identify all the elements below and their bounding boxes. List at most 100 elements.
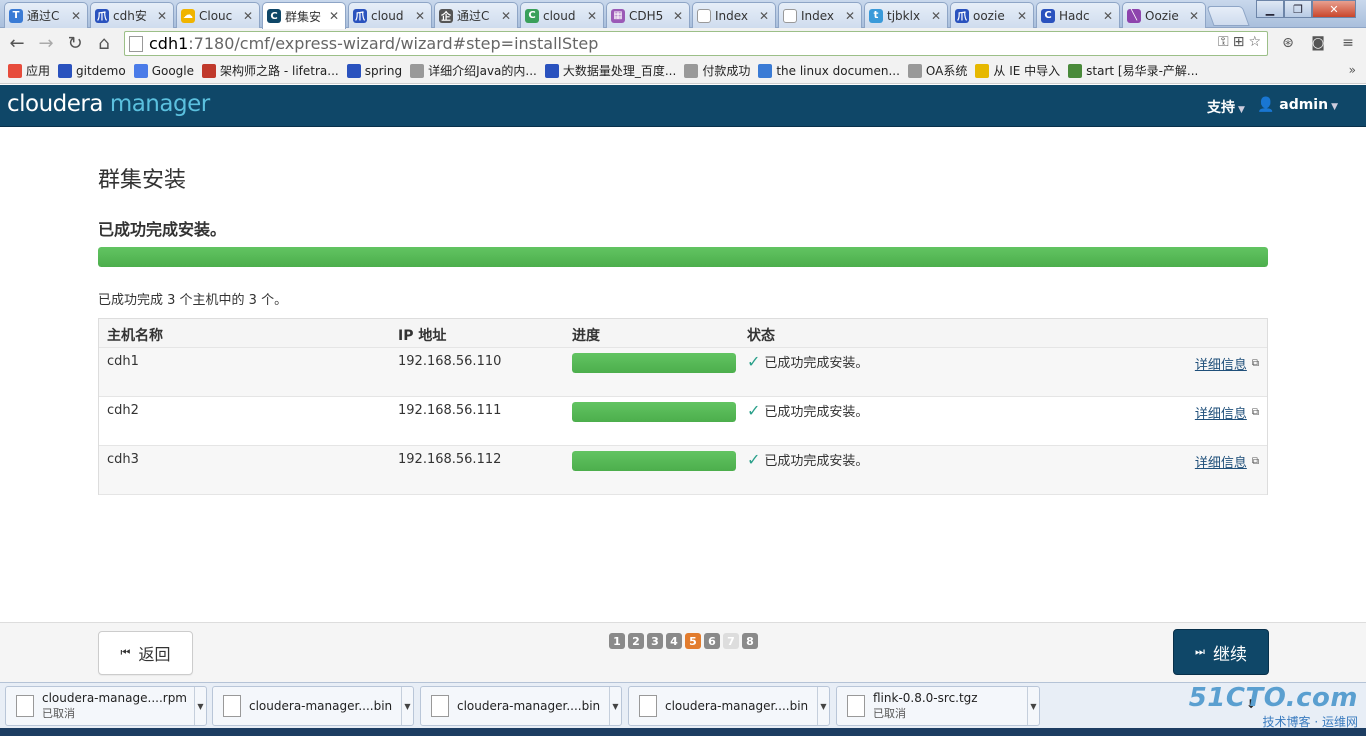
tab-close-icon[interactable]: ✕ (501, 9, 511, 23)
address-bar[interactable]: cdh1:7180/cmf/express-wizard/wizard#step… (124, 31, 1268, 56)
tab-close-icon[interactable]: ✕ (243, 9, 253, 23)
restore-icon[interactable]: ❐ (1284, 0, 1312, 18)
download-menu-icon[interactable]: ▼ (194, 687, 206, 725)
user-icon: 👤 (1256, 97, 1275, 113)
bookmark-item[interactable]: the linux documen... (758, 63, 900, 78)
step-6[interactable]: 6 (704, 633, 720, 649)
detail-link-text[interactable]: 详细信息 (1195, 403, 1247, 422)
browser-tab[interactable]: 爪 cloud ✕ (348, 2, 432, 28)
close-window-icon[interactable]: ✕ (1312, 0, 1356, 18)
detail-link[interactable]: 详细信息 ⧉ (1195, 354, 1259, 373)
support-menu[interactable]: 支持 ▼ (1207, 97, 1245, 117)
bookmark-item[interactable]: spring (346, 63, 402, 78)
bookmark-item[interactable]: 大数据量处理_百度... (544, 62, 676, 79)
browser-tab[interactable]: T 通过C ✕ (4, 2, 88, 28)
browser-tab[interactable]: C 群集安 ✕ (262, 2, 346, 29)
back-button[interactable]: ⏮ 返回 (98, 631, 193, 675)
bookmark-item[interactable]: 应用 (8, 62, 50, 79)
browser-tab[interactable]: 爪 cdh安 ✕ (90, 2, 174, 28)
tab-close-icon[interactable]: ✕ (931, 9, 941, 23)
tab-close-icon[interactable]: ✕ (1017, 9, 1027, 23)
download-menu-icon[interactable]: ▼ (1027, 687, 1039, 725)
browser-tab[interactable]: Ccloud ✕ (520, 2, 604, 28)
download-info: cloudera-manager....bin (249, 698, 401, 714)
detail-link[interactable]: 详细信息 ⧉ (1195, 452, 1259, 471)
tab-close-icon[interactable]: ✕ (329, 9, 339, 23)
step-5[interactable]: 5 (685, 633, 701, 649)
browser-tab[interactable]: ▦ CDH5 ✕ (606, 2, 690, 28)
step-7[interactable]: 7 (723, 633, 739, 649)
pocket-icon[interactable]: ◙ (1306, 31, 1330, 55)
bookmark-item[interactable]: 详细介绍Java的内... (410, 62, 537, 79)
browser-tab[interactable]: t tjbklx ✕ (864, 2, 948, 28)
download-item[interactable]: flink-0.8.0-src.tgz 已取消 ▼ (836, 686, 1040, 726)
bookmark-item[interactable]: gitdemo (58, 63, 126, 78)
bookmark-star-icon[interactable]: ☆ (1248, 34, 1261, 50)
forward-arrow-icon[interactable]: → (34, 31, 58, 55)
bookmark-item[interactable]: 架构师之路 - lifetra... (202, 62, 339, 79)
tab-close-icon[interactable]: ✕ (71, 9, 81, 23)
extension-icon[interactable]: ⊛ (1276, 31, 1300, 55)
download-menu-icon[interactable]: ▼ (609, 687, 621, 725)
home-icon[interactable]: ⌂ (92, 31, 116, 55)
browser-tab[interactable]: Index ✕ (778, 2, 862, 28)
key-icon[interactable]: ⚿ (1218, 34, 1229, 50)
host-status: ✓ 已成功完成安装。 (747, 352, 868, 371)
minimize-icon[interactable]: ▁ (1256, 0, 1284, 18)
tab-close-icon[interactable]: ✕ (1189, 9, 1199, 23)
bookmark-item[interactable]: OA系统 (907, 62, 967, 79)
browser-tab[interactable]: ☁ Clouc ✕ (176, 2, 260, 28)
tab-close-icon[interactable]: ✕ (759, 9, 769, 23)
download-item[interactable]: cloudera-manage....rpm 已取消 ▼ (5, 686, 207, 726)
bookmark-label: 付款成功 (702, 64, 751, 78)
detail-link[interactable]: 详细信息 ⧉ (1195, 403, 1259, 422)
tab-close-icon[interactable]: ✕ (587, 9, 597, 23)
browser-tab[interactable]: 爪 oozie ✕ (950, 2, 1034, 28)
more-bookmarks-icon[interactable]: » (1349, 63, 1356, 77)
tab-close-icon[interactable]: ✕ (673, 9, 683, 23)
user-label: admin (1279, 97, 1329, 113)
detail-link-text[interactable]: 详细信息 (1195, 354, 1247, 373)
download-item[interactable]: cloudera-manager....bin ▼ (420, 686, 622, 726)
reload-icon[interactable]: ↻ (63, 31, 87, 55)
host-ip: 192.168.56.112 (398, 452, 502, 467)
browser-tab[interactable]: C Hadc ✕ (1036, 2, 1120, 28)
tab-close-icon[interactable]: ✕ (1103, 9, 1113, 23)
browser-tab[interactable]: 企通过C ✕ (434, 2, 518, 28)
step-1[interactable]: 1 (609, 633, 625, 649)
download-item[interactable]: cloudera-manager....bin ▼ (628, 686, 830, 726)
tab-label: cdh安 (113, 9, 147, 23)
overall-progress-fill (98, 247, 1268, 267)
continue-button[interactable]: ⏭ 继续 (1173, 629, 1269, 675)
tab-close-icon[interactable]: ✕ (157, 9, 167, 23)
bookmark-item[interactable]: start [易华录-产解... (1068, 62, 1198, 79)
step-8[interactable]: 8 (742, 633, 758, 649)
host-ip: 192.168.56.110 (398, 354, 502, 369)
host-name: cdh1 (107, 354, 139, 369)
bookmark-icon (202, 63, 217, 78)
new-tab-button[interactable] (1206, 6, 1250, 26)
step-4[interactable]: 4 (666, 633, 682, 649)
bookmark-item[interactable]: 从 IE 中导入 (975, 62, 1060, 79)
translate-icon[interactable]: ⊞ (1233, 34, 1245, 50)
download-item[interactable]: cloudera-manager....bin ▼ (212, 686, 414, 726)
back-arrow-icon[interactable]: ← (5, 31, 29, 55)
user-menu[interactable]: 👤 admin ▼ (1257, 97, 1338, 117)
download-menu-icon[interactable]: ▼ (401, 687, 413, 725)
cloudera-manager-logo[interactable]: cloudera manager (7, 91, 210, 117)
browser-tab[interactable]: Index ✕ (692, 2, 776, 28)
detail-link-text[interactable]: 详细信息 (1195, 452, 1247, 471)
tab-close-icon[interactable]: ✕ (415, 9, 425, 23)
downloads-shelf: flink-0.8.0-src.tgz 已取消 ▼ cloudera-manager.… (0, 682, 1366, 728)
tab-label: Clouc (199, 8, 233, 23)
menu-icon[interactable]: ≡ (1336, 31, 1360, 55)
step-3[interactable]: 3 (647, 633, 663, 649)
bookmark-item[interactable]: Google (133, 63, 194, 78)
tab-favicon-icon (783, 8, 797, 23)
tab-favicon-icon: 爪 (95, 8, 109, 23)
step-2[interactable]: 2 (628, 633, 644, 649)
download-menu-icon[interactable]: ▼ (817, 687, 829, 725)
tab-close-icon[interactable]: ✕ (845, 9, 855, 23)
bookmark-item[interactable]: 付款成功 (684, 62, 750, 79)
browser-tab[interactable]: ╲ Oozie ✕ (1122, 2, 1206, 28)
